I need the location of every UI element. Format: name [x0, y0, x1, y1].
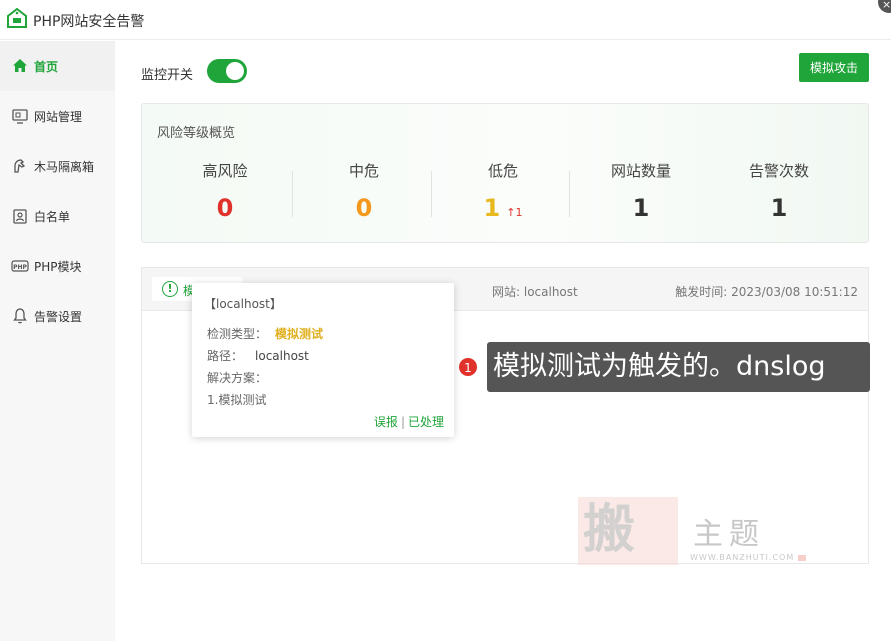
sidebar-item-label: 白名单 [34, 209, 71, 224]
divider [431, 171, 432, 217]
home-icon [13, 59, 27, 72]
window-title: PHP网站安全告警 [33, 14, 145, 30]
popup-solution-value: 1.模拟测试 [207, 393, 267, 407]
toggle-knob [226, 62, 244, 80]
stat-label: 告警次数 [748, 162, 809, 180]
sidebar-item-label: 首页 [34, 59, 59, 74]
popup-type-label: 检测类型： [207, 327, 268, 341]
alert-site: 网站: localhost [492, 285, 578, 299]
stat-value: 1 [571, 193, 711, 223]
close-glyph: × [882, 0, 891, 11]
stat-high-risk: 高风险 0 [155, 160, 295, 223]
popup-solution-label: 解决方案： [207, 371, 268, 385]
php-icon: PHP [11, 260, 29, 272]
sidebar: 首页 网站管理 木马隔离箱 白名单 PHP PHP模块 告警设置 [0, 41, 115, 641]
sidebar-item-home[interactable]: 首页 [0, 41, 115, 91]
watermark-logo: 搬 主题 WWW.BANZHUTI.COM [578, 497, 808, 567]
stat-number: 0 [216, 194, 234, 222]
popup-type-row: 检测类型： 模拟测试 [207, 325, 323, 342]
stat-value: 0 [294, 193, 434, 223]
watermark-side-text: 主题 [693, 517, 765, 552]
stat-label: 高风险 [202, 162, 248, 180]
bell-icon [13, 308, 27, 324]
sidebar-item-label: 木马隔离箱 [34, 159, 95, 174]
sidebar-item-website[interactable]: 网站管理 [0, 91, 115, 141]
svg-text:PHP: PHP [13, 264, 27, 271]
whitelist-icon [13, 209, 27, 224]
close-icon[interactable]: × [878, 0, 891, 13]
alert-trigger-time: 触发时间: 2023/03/08 10:51:12 [675, 285, 858, 299]
popup-path-row: 路径： localhost [207, 347, 309, 364]
stat-number: 1 [483, 194, 501, 222]
alert-detail-popup: 【localhost】 检测类型： 模拟测试 路径： localhost 解决方案：… [192, 283, 454, 437]
false-positive-link[interactable]: 误报 [374, 415, 398, 429]
simulate-attack-button[interactable]: 模拟攻击 [799, 53, 869, 82]
stat-label: 中危 [348, 162, 379, 180]
sidebar-item-php[interactable]: PHP PHP模块 [0, 241, 115, 291]
divider [292, 171, 293, 217]
callout-number-badge: 1 [458, 357, 478, 377]
stat-low-risk: 低危 1 ↑1 [433, 160, 573, 228]
stat-alert-count: 告警次数 1 [709, 160, 849, 223]
sidebar-item-alert-settings[interactable]: 告警设置 [0, 291, 115, 341]
stat-site-count: 网站数量 1 [571, 160, 711, 223]
sidebar-item-label: 告警设置 [34, 309, 83, 324]
stat-delta: ↑1 [506, 206, 523, 219]
stat-number: 1 [770, 194, 788, 222]
popup-type-value: 模拟测试 [275, 327, 324, 341]
handled-link[interactable]: 已处理 [408, 415, 444, 429]
stat-medium-risk: 中危 0 [294, 160, 434, 223]
popup-path-label: 路径： [207, 349, 244, 363]
sidebar-item-whitelist[interactable]: 白名单 [0, 191, 115, 241]
popup-site-heading: 【localhost】 [204, 297, 282, 311]
stat-value: 1 [709, 193, 849, 223]
link-separator: | [400, 415, 405, 429]
sidebar-item-label: PHP模块 [34, 259, 82, 274]
risk-overview-card: 风险等级概览 高风险 0 中危 0 低危 1 ↑1 网站数量 1 告警次数 1 [141, 103, 869, 243]
popup-actions: 误报 | 已处理 [374, 413, 444, 430]
monitor-switch-label: 监控开关 [141, 68, 194, 83]
website-icon [12, 109, 28, 124]
stat-value: 1 ↑1 [433, 193, 573, 228]
sidebar-item-trojan[interactable]: 木马隔离箱 [0, 141, 115, 191]
watermark-url: WWW.BANZHUTI.COM [690, 553, 795, 562]
annotation-callout: 模拟测试为触发的。dnslog [487, 342, 870, 392]
stat-number: 0 [355, 194, 373, 222]
stat-value: 0 [155, 193, 295, 223]
risk-overview-title: 风险等级概览 [157, 126, 236, 141]
info-circle-icon: ! [162, 281, 178, 297]
stat-number: 1 [632, 194, 650, 222]
watermark-big-char: 搬 [583, 499, 636, 560]
app-window: PHP网站安全告警 × 首页 网站管理 木马隔离箱 白名单 PHP PHP模块 … [0, 0, 891, 641]
title-bar: PHP网站安全告警 × [0, 0, 891, 40]
divider [569, 171, 570, 217]
php-house-logo-icon [7, 7, 27, 28]
popup-path-value: localhost [255, 349, 309, 363]
sidebar-item-label: 网站管理 [34, 109, 83, 124]
monitor-toggle[interactable] [207, 59, 247, 83]
stat-label: 网站数量 [610, 162, 671, 180]
trojan-icon [14, 159, 26, 173]
stat-label: 低危 [487, 162, 518, 180]
watermark-dot [798, 555, 806, 561]
